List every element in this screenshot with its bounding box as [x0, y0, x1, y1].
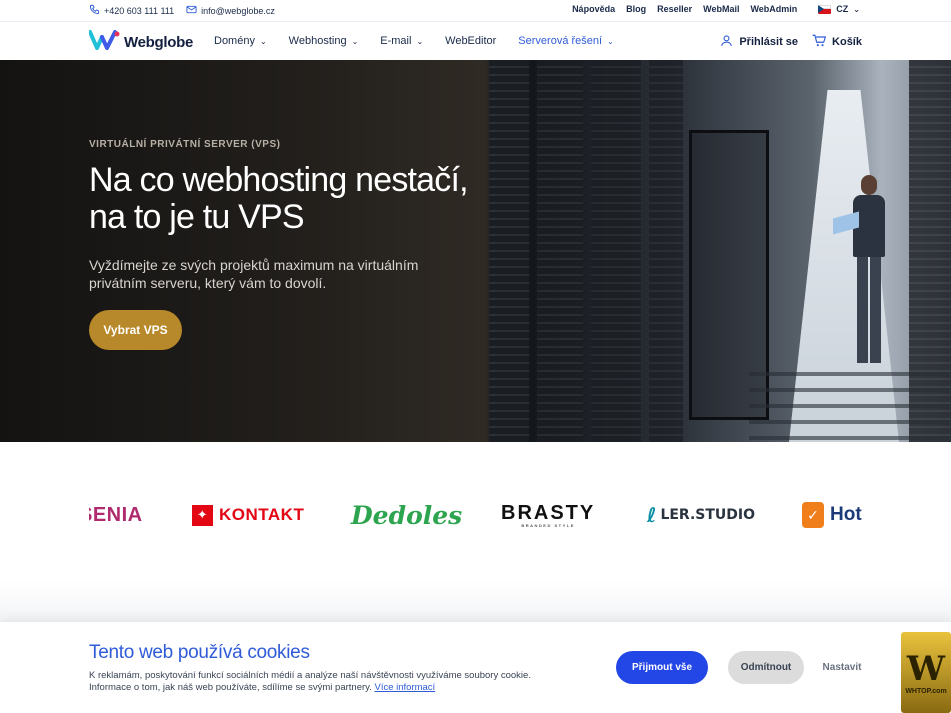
cart-icon [812, 34, 827, 50]
chevron-down-icon: ⌄ [416, 36, 424, 46]
chevron-down-icon: ⌄ [351, 36, 359, 46]
toplink-webadmin[interactable]: WebAdmin [750, 4, 797, 14]
top-bar: +420 603 111 111 info@webglobe.cz Nápově… [0, 0, 951, 22]
toplink-webmail[interactable]: WebMail [703, 4, 739, 14]
email-address: info@webglobe.cz [201, 5, 275, 16]
datacenter-photo [489, 60, 951, 442]
header-actions: Přihlásit se Košík [720, 34, 862, 50]
chevron-down-icon: ⌄ [853, 4, 860, 14]
nav-label: Serverová řešení [518, 35, 603, 47]
cookie-text: K reklamám, poskytování funkcí sociálníc… [89, 670, 559, 694]
kontakt-mark-icon: ✦ [192, 504, 213, 526]
nav-label: E-mail [380, 35, 412, 47]
kontakt-name: KONTAKT [219, 505, 305, 524]
watermark-mark: W [906, 649, 946, 689]
ler-name: LER.STUDIO [660, 507, 756, 523]
nav-serverova-reseni[interactable]: Serverová řešení ⌄ [518, 35, 613, 47]
language-selector[interactable]: CZ ⌄ [818, 4, 860, 14]
shopping-bag-icon: ✓ [802, 502, 824, 528]
client-logo-ksenia: SENIA [89, 503, 143, 526]
phone-link[interactable]: +420 603 111 111 [89, 4, 174, 17]
hero-eyebrow: VIRTUÁLNÍ PRIVÁTNÍ SERVER (VPS) [89, 139, 281, 150]
brasty-tagline: BRANDED STYLE [521, 522, 575, 528]
language-code: CZ [836, 4, 849, 14]
cart-label: Košík [832, 36, 862, 48]
section-divider [0, 580, 951, 622]
client-logo-dedoles: Dedoles [351, 500, 463, 530]
ler-mark-icon: ℓ [647, 503, 657, 527]
brasty-name: BRASTY [501, 501, 596, 524]
mail-icon [186, 4, 197, 17]
whtop-watermark: W WHTOP.com [901, 632, 951, 713]
webglobe-logo-mark-icon [88, 30, 120, 55]
toplink-reseller[interactable]: Reseller [657, 4, 692, 14]
main-nav: Domény ⌄ Webhosting ⌄ E-mail ⌄ WebEditor… [214, 35, 614, 47]
nav-webeditor[interactable]: WebEditor [445, 35, 496, 47]
main-header: Webglobe Domény ⌄ Webhosting ⌄ E-mail ⌄ … [0, 22, 951, 60]
nav-label: Webhosting [288, 35, 347, 47]
decline-button[interactable]: Odmítnout [728, 651, 804, 684]
cookie-title: Tento web používá cookies [89, 642, 310, 663]
more-info-link[interactable]: Více informací [374, 682, 435, 693]
nav-label: WebEditor [445, 35, 497, 47]
client-logo-ler-studio: ℓ LER.STUDIO [647, 495, 755, 535]
client-logo-hot: ✓ Hot [802, 495, 862, 535]
login-link[interactable]: Přihlásit se [720, 34, 798, 50]
watermark-site: WHTOP.com [905, 688, 947, 695]
chevron-down-icon: ⌄ [607, 36, 614, 46]
nav-domeny[interactable]: Domény ⌄ [214, 35, 267, 47]
nav-webhosting[interactable]: Webhosting ⌄ [289, 35, 359, 47]
czech-flag-icon [818, 4, 832, 14]
cookie-settings-button[interactable]: Nastavit [816, 651, 868, 684]
cart-link[interactable]: Košík [812, 34, 862, 50]
nav-email[interactable]: E-mail ⌄ [380, 35, 423, 47]
nav-label: Domény [214, 35, 255, 47]
accept-all-button[interactable]: Přijmout vše [616, 651, 708, 684]
brand-name: Webglobe [124, 34, 193, 51]
hero-title: Na co webhosting nestačí, na to je tu VP… [89, 161, 469, 236]
top-links: Nápověda Blog Reseller WebMail WebAdmin … [572, 4, 860, 14]
choose-vps-button[interactable]: Vybrat VPS [89, 310, 182, 350]
phone-icon [89, 4, 100, 17]
client-logo-kontakt: ✦ KONTAKT [192, 495, 304, 535]
cookie-description: K reklamám, poskytování funkcí sociálníc… [89, 670, 531, 693]
chevron-down-icon: ⌄ [259, 36, 267, 46]
user-icon [720, 34, 733, 50]
email-link[interactable]: info@webglobe.cz [186, 4, 275, 17]
cookie-banner: Tento web používá cookies K reklamám, po… [0, 622, 951, 713]
contact-info: +420 603 111 111 info@webglobe.cz [89, 4, 275, 17]
toplink-napoveda[interactable]: Nápověda [572, 4, 615, 14]
login-label: Přihlásit se [739, 36, 799, 48]
phone-number: +420 603 111 111 [104, 5, 175, 16]
person-with-laptop [833, 175, 891, 375]
hero-subtitle: Vyždímejte ze svých projektů maximum na … [89, 257, 419, 291]
client-logo-brasty: BRASTY BRANDED STYLE [501, 495, 595, 535]
client-logos: SENIA ✦ KONTAKT Dedoles BRASTY BRANDED S… [89, 495, 862, 535]
hot-name: Hot [830, 504, 862, 525]
hero-section: VIRTUÁLNÍ PRIVÁTNÍ SERVER (VPS) Na co we… [0, 60, 951, 442]
webglobe-logo[interactable]: Webglobe [88, 30, 193, 55]
toplink-blog[interactable]: Blog [626, 4, 646, 14]
